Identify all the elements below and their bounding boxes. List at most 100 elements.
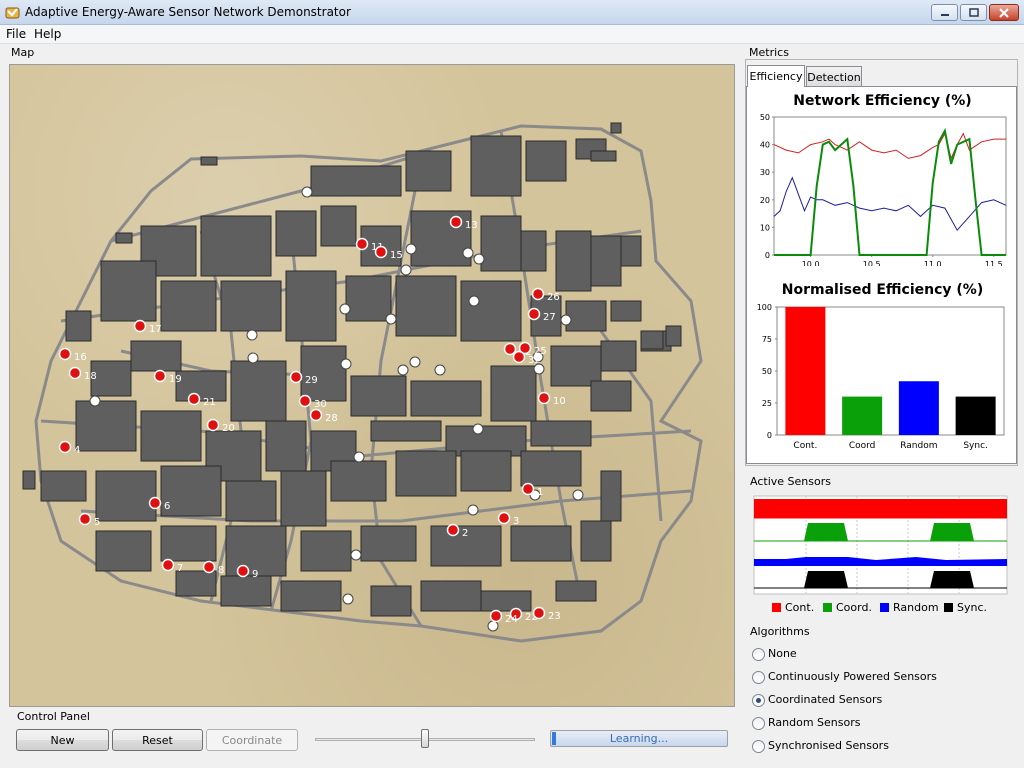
tab-efficiency[interactable]: Efficiency — [747, 65, 805, 87]
radio-random[interactable] — [752, 717, 765, 730]
efficiency-tab-content: Network Efficiency (%) 50 40 30 20 10 0 10.0 10… — [746, 86, 1017, 464]
map-label: Map — [11, 46, 35, 59]
radio-coordinated-label[interactable]: Coordinated Sensors — [768, 693, 882, 706]
idle-sensor[interactable] — [467, 504, 479, 516]
radio-synchronised[interactable] — [752, 740, 765, 753]
radio-none[interactable] — [752, 648, 765, 661]
sensor-id-label: 10 — [553, 396, 566, 407]
idle-sensor[interactable] — [246, 329, 258, 341]
idle-sensor[interactable] — [487, 620, 499, 632]
active-sensor[interactable] — [58, 440, 72, 454]
active-sensor[interactable] — [503, 342, 517, 356]
active-sensor[interactable] — [298, 394, 312, 408]
active-sensor[interactable] — [236, 564, 250, 578]
active-sensor[interactable] — [531, 287, 545, 301]
y-tick-label: 20 — [760, 196, 770, 205]
idle-sensor[interactable] — [339, 303, 351, 315]
maximize-button[interactable] — [960, 4, 987, 21]
active-sensor[interactable] — [446, 523, 460, 537]
idle-sensor[interactable] — [353, 451, 365, 463]
y-tick-label: 30 — [760, 168, 770, 177]
idle-sensor[interactable] — [400, 264, 412, 276]
coordinate-button[interactable]: Coordinate — [206, 729, 298, 751]
idle-sensor[interactable] — [472, 423, 484, 435]
idle-sensor[interactable] — [473, 253, 485, 265]
y-tick-label: 50 — [760, 113, 770, 122]
speed-slider-thumb[interactable] — [421, 729, 429, 748]
active-sensor[interactable] — [148, 496, 162, 510]
idle-sensor[interactable] — [247, 352, 259, 364]
idle-sensor[interactable] — [468, 295, 480, 307]
sensor-id-label: 15 — [390, 250, 403, 261]
x-tick-label: 10.5 — [863, 260, 881, 266]
new-button[interactable]: New — [16, 729, 109, 751]
tab-detection[interactable]: Detection — [806, 66, 862, 87]
active-sensor[interactable] — [58, 347, 72, 361]
radio-continuous-label[interactable]: Continuously Powered Sensors — [768, 670, 937, 683]
active-sensor[interactable] — [68, 366, 82, 380]
active-sensor[interactable] — [449, 215, 463, 229]
idle-sensor[interactable] — [350, 549, 362, 561]
active-sensor[interactable] — [153, 369, 167, 383]
minimize-button[interactable] — [931, 4, 958, 21]
active-sensors-label: Active Sensors — [750, 475, 831, 488]
close-button[interactable] — [989, 4, 1019, 21]
sensor-id-label: 32 — [528, 355, 541, 366]
idle-sensor[interactable] — [572, 489, 584, 501]
buildings — [22, 122, 682, 617]
active-sensor[interactable] — [537, 391, 551, 405]
active-sensor[interactable] — [512, 350, 526, 364]
active-sensor[interactable] — [521, 482, 535, 496]
active-sensor[interactable] — [161, 558, 175, 572]
control-panel-label: Control Panel — [17, 710, 90, 723]
sensor-id-label: 8 — [218, 565, 224, 576]
active-sensor[interactable] — [206, 418, 220, 432]
radio-coordinated[interactable] — [752, 694, 765, 707]
idle-sensor[interactable] — [409, 356, 421, 368]
active-sensor[interactable] — [309, 408, 323, 422]
normalised-efficiency-chart: 100 75 50 25 0 Cont. Coord Random Sync. — [757, 303, 1005, 451]
idle-sensor[interactable] — [462, 247, 474, 259]
menu-bar: File Help — [0, 25, 1024, 44]
idle-sensor[interactable] — [89, 395, 101, 407]
learning-progress-bar: Learning... — [550, 730, 728, 747]
radio-random-label[interactable]: Random Sensors — [768, 716, 860, 729]
network-efficiency-chart: 50 40 30 20 10 0 10.0 10.5 11.0 11.5 — [760, 113, 1007, 266]
active-sensor[interactable] — [532, 606, 546, 620]
radio-continuous[interactable] — [752, 671, 765, 684]
reset-button[interactable]: Reset — [112, 729, 203, 751]
map-canvas[interactable]: 1234567891011121315161718192021222324252… — [9, 64, 735, 707]
active-sensor[interactable] — [497, 511, 511, 525]
idle-sensor[interactable] — [301, 186, 313, 198]
legend-sync: Sync. — [957, 601, 988, 614]
active-sensor[interactable] — [355, 237, 369, 251]
idle-sensor[interactable] — [342, 593, 354, 605]
active-sensor[interactable] — [133, 319, 147, 333]
idle-sensor[interactable] — [560, 314, 572, 326]
sensor-id-label: 9 — [252, 569, 258, 580]
active-sensor[interactable] — [527, 307, 541, 321]
x-tick-label: 10.0 — [802, 260, 820, 266]
bar-random — [898, 381, 939, 435]
sensor-id-label: 20 — [222, 423, 235, 434]
active-sensor[interactable] — [374, 245, 388, 259]
active-sensor[interactable] — [78, 512, 92, 526]
radio-none-label[interactable]: None — [768, 647, 797, 660]
menu-help[interactable]: Help — [34, 27, 61, 41]
idle-sensor[interactable] — [340, 358, 352, 370]
progress-text: Learning... — [609, 732, 669, 745]
y-tick-label: 50 — [762, 367, 772, 376]
idle-sensor[interactable] — [397, 364, 409, 376]
active-sensor[interactable] — [202, 560, 216, 574]
legend-swatch-cont — [772, 603, 781, 612]
idle-sensor[interactable] — [434, 364, 446, 376]
progress-fill — [552, 732, 556, 745]
close-icon — [999, 7, 1009, 18]
idle-sensor[interactable] — [405, 243, 417, 255]
idle-sensor[interactable] — [385, 313, 397, 325]
radio-synchronised-label[interactable]: Synchronised Sensors — [768, 739, 889, 752]
menu-file[interactable]: File — [6, 27, 26, 41]
active-sensor[interactable] — [187, 392, 201, 406]
active-sensor[interactable] — [289, 370, 303, 384]
active-sensor[interactable] — [489, 609, 503, 623]
